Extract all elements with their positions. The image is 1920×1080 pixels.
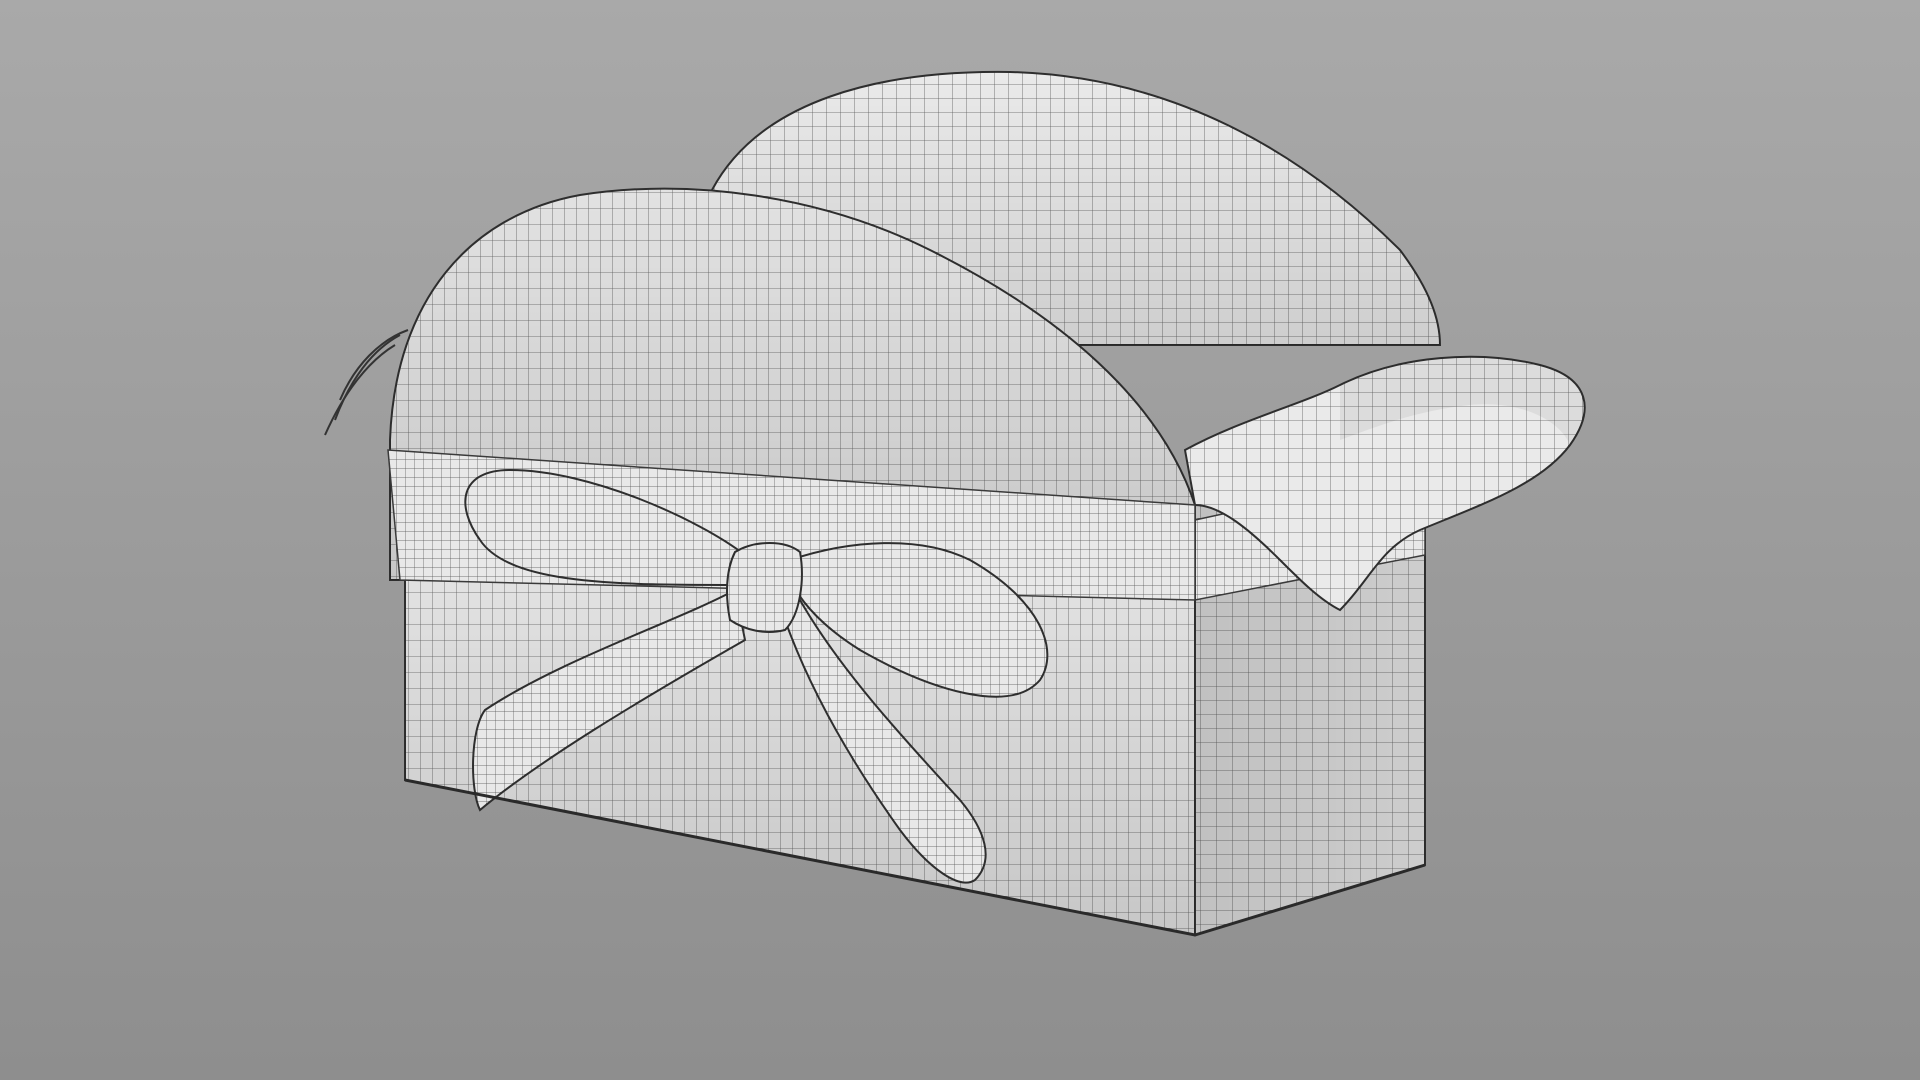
bow-knot	[726, 542, 803, 633]
render-scene	[0, 0, 1920, 1080]
render-viewport	[0, 0, 1920, 1080]
